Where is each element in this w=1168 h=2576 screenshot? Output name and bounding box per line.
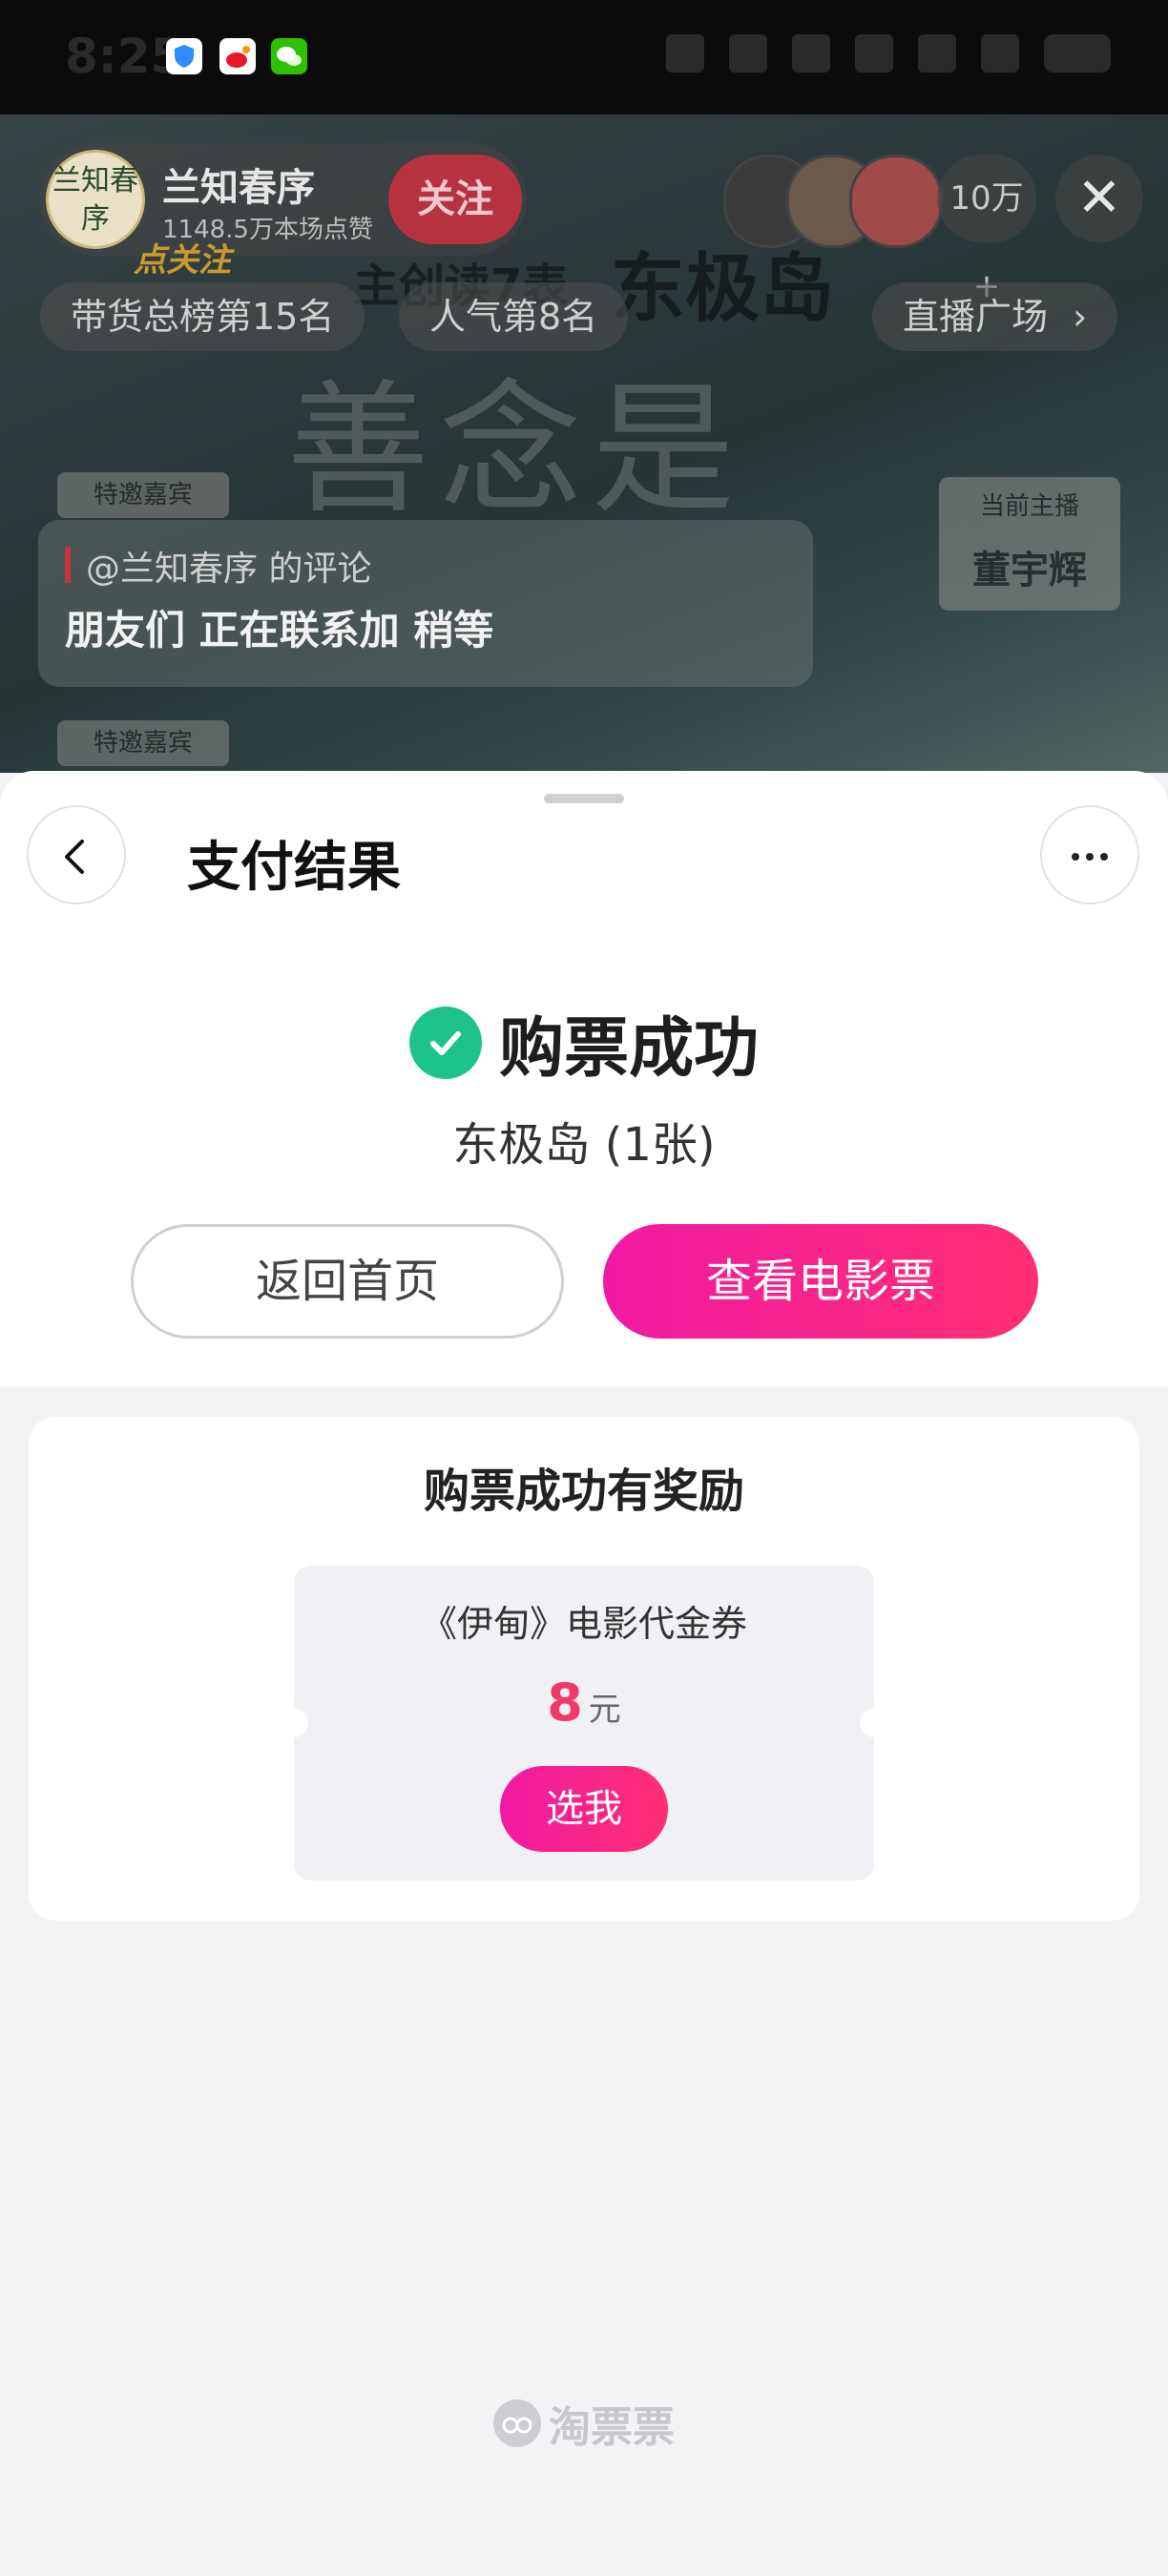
pick-coupon-button[interactable]: 选我: [500, 1766, 668, 1852]
comment-bubble: @兰知春序 的评论 朋友们 正在联系加 稍等: [38, 520, 813, 687]
wifi-icon: [855, 34, 893, 73]
reward-title: 购票成功有奖励: [423, 1465, 744, 1518]
taopiaopiao-logo-icon: [493, 2399, 541, 2447]
alarm-icon: [666, 34, 704, 73]
guest-tag-2: 特邀嘉宾: [57, 720, 229, 766]
movie-ticket-summary: 东极岛 (1张): [452, 1118, 716, 1172]
back-button[interactable]: [27, 805, 126, 904]
coupon-card[interactable]: 《伊甸》电影代金券 8元 选我: [280, 1566, 888, 1880]
reward-card: 购票成功有奖励 《伊甸》电影代金券 8元 选我: [29, 1417, 1139, 1921]
bluetooth-icon: [729, 34, 767, 73]
status-bar: 8:25: [0, 0, 1168, 114]
brand-footer: 淘票票: [0, 2393, 1168, 2454]
coupon-name: 《伊甸》电影代金券: [420, 1603, 747, 1645]
host-tag: 当前主播 董宇辉: [939, 477, 1120, 611]
sheet-header-area: 支付结果 购票成功 东极岛 (1张) 返回首页 查看电影票: [0, 771, 1168, 1386]
signal-icon: [918, 34, 956, 73]
anchor-info[interactable]: 兰知春序 兰知春序 1148.5万本场点赞 关注: [40, 143, 527, 256]
guest-tag: 特邀嘉宾: [57, 472, 229, 518]
security-app-icon: [166, 38, 202, 74]
sales-rank-chip[interactable]: 带货总榜第15名: [40, 282, 365, 351]
host-tag-name: 董宇辉: [972, 548, 1087, 592]
chevron-left-icon: [65, 840, 84, 874]
coupon-amount: 8元: [294, 1672, 874, 1733]
viewer-count[interactable]: 10万+: [937, 155, 1036, 305]
live-plaza-chip[interactable]: 直播广场 ›: [872, 282, 1118, 351]
sheet-drag-handle[interactable]: [544, 794, 624, 803]
success-text: 购票成功: [498, 1011, 759, 1087]
close-live-button[interactable]: ✕: [1055, 155, 1143, 242]
live-plaza-label: 直播广场: [903, 296, 1049, 338]
coupon-amount-value: 8: [547, 1672, 583, 1733]
comment-accent-bar: [65, 547, 71, 583]
anchor-avatar[interactable]: 兰知春序: [46, 150, 145, 249]
comment-author: @兰知春序 的评论: [86, 550, 372, 589]
more-icon: [1072, 853, 1108, 861]
chevron-right-icon: ›: [1073, 296, 1088, 338]
viewer-avatars[interactable]: [723, 155, 943, 248]
page-title: 支付结果: [187, 837, 401, 899]
view-ticket-button[interactable]: 查看电影票: [603, 1224, 1038, 1339]
signal-icon-2: [981, 34, 1019, 73]
brand-name: 淘票票: [549, 2403, 675, 2452]
battery-icon: [1044, 34, 1111, 73]
close-icon: ✕: [1076, 167, 1122, 229]
wechat-icon: [271, 38, 307, 74]
comment-text: 朋友们 正在联系加 稍等: [65, 607, 494, 654]
success-status: 购票成功: [0, 995, 1168, 1090]
back-to-home-button[interactable]: 返回首页: [131, 1224, 564, 1339]
anchor-name: 兰知春序: [162, 166, 315, 210]
weibo-icon: [219, 38, 256, 74]
host-tag-label: 当前主播: [979, 492, 1079, 521]
coupon-amount-unit: 元: [588, 1691, 621, 1729]
more-button[interactable]: [1040, 805, 1139, 904]
follow-button[interactable]: 关注: [388, 155, 522, 244]
check-circle-icon: [408, 1006, 482, 1079]
follow-badge: 点关注: [134, 241, 231, 280]
poster-slogan: 善念是: [286, 367, 745, 533]
mute-icon: [792, 34, 830, 73]
payment-result-sheet: 支付结果 购票成功 东极岛 (1张) 返回首页 查看电影票 购票成功有奖励 《伊…: [0, 771, 1168, 2576]
popularity-rank-chip[interactable]: 人气第8名: [399, 282, 629, 351]
viewer-avatar: [849, 155, 943, 248]
system-status-icons: [666, 34, 1111, 73]
